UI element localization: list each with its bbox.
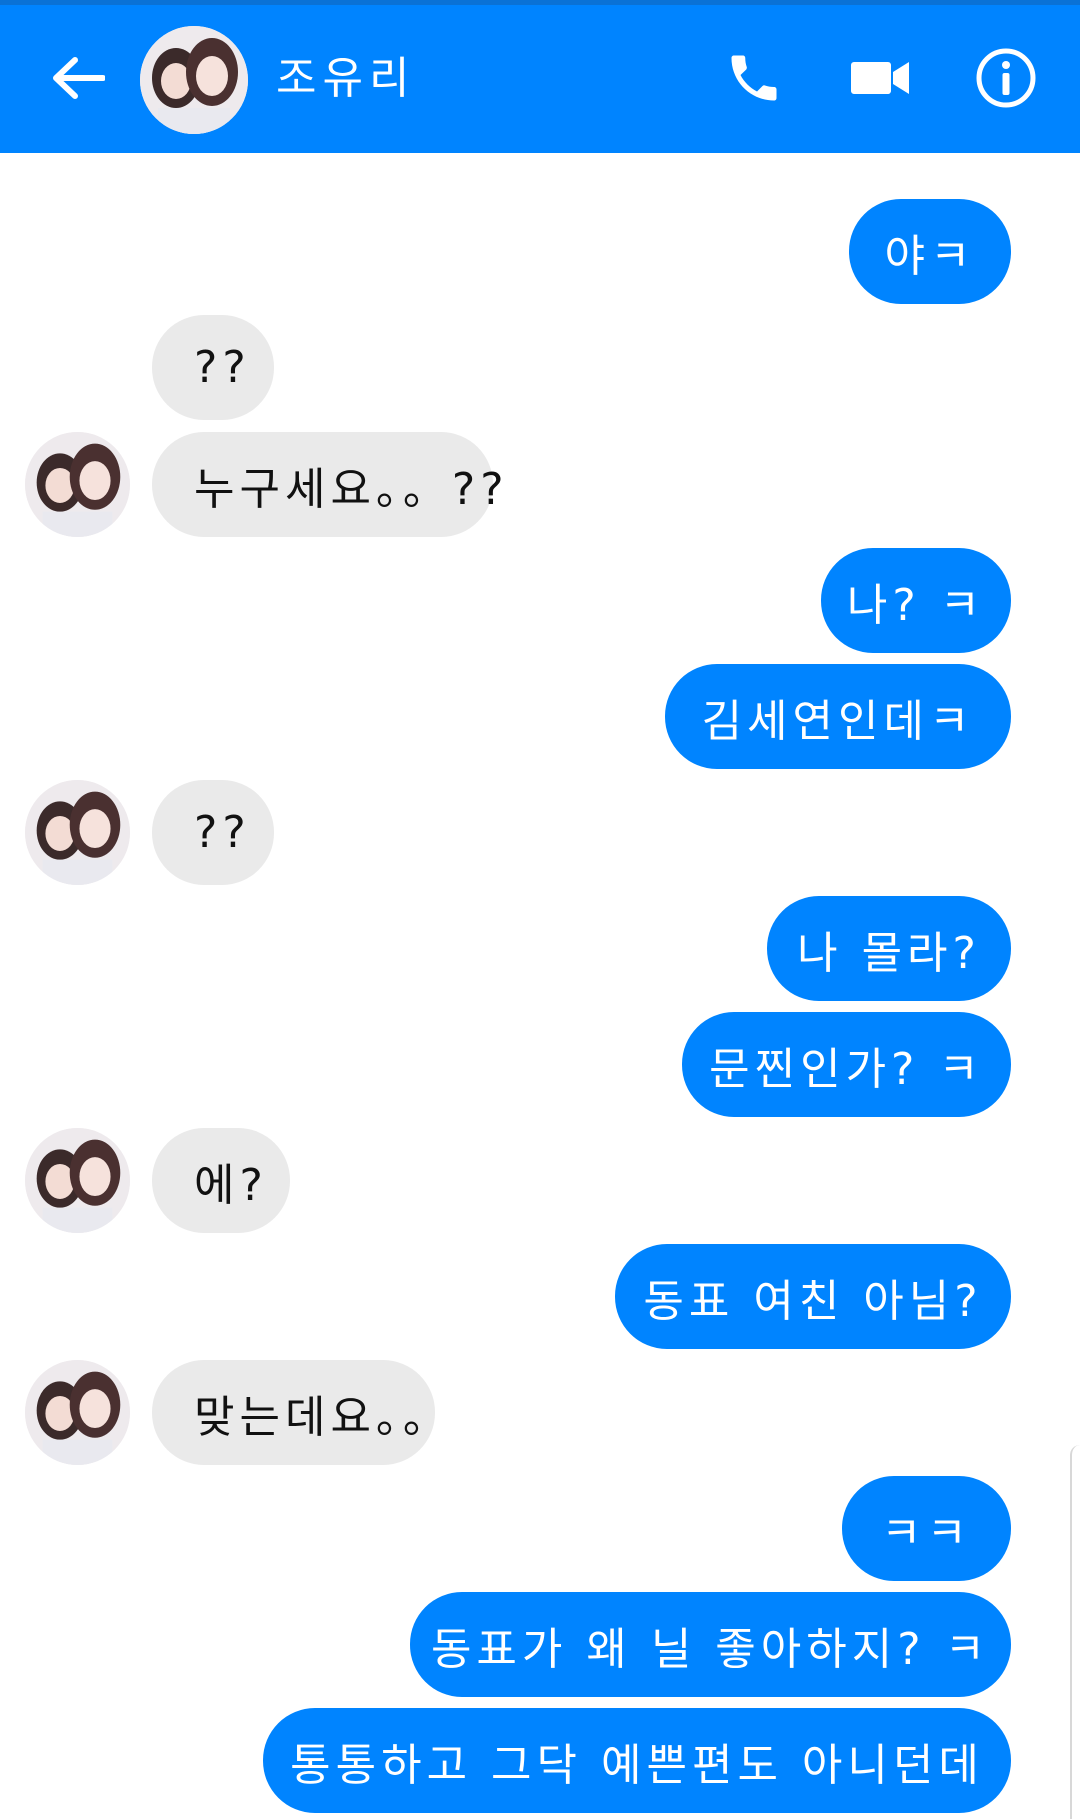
sent-message-bubble[interactable]: 동표 여친 아님? (615, 1244, 1011, 1349)
received-message-bubble[interactable]: 맞는데요。。 (152, 1360, 447, 1465)
received-message-bubble[interactable]: ?? (152, 780, 274, 885)
received-message-bubble[interactable]: 에? (152, 1128, 290, 1233)
sent-message-row: 통통하고 그닥 예쁜편도 아니던데 (0, 1708, 1080, 1813)
sent-message-row: 동표가 왜 닐 좋아하지? ㅋ (0, 1592, 1080, 1697)
scrollbar[interactable] (1070, 1445, 1080, 1819)
received-message-row: 맞는데요。。 (0, 1360, 1080, 1465)
sent-message-bubble[interactable]: 김세연인데ㅋ (665, 664, 1011, 769)
sent-message-row: 김세연인데ㅋ (0, 664, 1080, 769)
messenger-chat-screen: 조유리 야ㅋ?? 누구세요。。?? 나? ㅋ 김세연인데ㅋ?? 나 몰라? 문찐인가? ㅋ… (0, 0, 1080, 1819)
sent-message-row: 동표 여친 아님? (0, 1244, 1080, 1349)
status-bar-edge (0, 0, 1080, 5)
sent-message-row: 문찐인가? ㅋ (0, 1012, 1080, 1117)
voice-call-button[interactable] (714, 38, 794, 118)
contact-avatar[interactable] (140, 26, 248, 134)
phone-icon (731, 55, 777, 101)
received-message-row: ?? (0, 315, 1080, 420)
chat-header: 조유리 (0, 0, 1080, 153)
sender-avatar[interactable] (25, 780, 130, 885)
sent-message-bubble[interactable]: 나 몰라? (767, 896, 1011, 1001)
sender-avatar[interactable] (25, 1360, 130, 1465)
back-button[interactable] (42, 42, 114, 114)
info-icon (976, 48, 1036, 108)
sender-avatar[interactable] (25, 1128, 130, 1233)
received-message-row: 에? (0, 1128, 1080, 1233)
received-message-row: ?? (0, 780, 1080, 885)
sent-message-row: 야ㅋ (0, 199, 1080, 304)
received-message-bubble[interactable]: ?? (152, 315, 274, 420)
sent-message-bubble[interactable]: 나? ㅋ (821, 548, 1011, 653)
sent-message-bubble[interactable]: 통통하고 그닥 예쁜편도 아니던데 (263, 1708, 1011, 1813)
sent-message-bubble[interactable]: 야ㅋ (849, 199, 1011, 304)
sent-message-bubble[interactable]: 문찐인가? ㅋ (682, 1012, 1011, 1117)
received-message-bubble[interactable]: 누구세요。。?? (152, 432, 504, 537)
info-button[interactable] (966, 38, 1046, 118)
sent-message-bubble[interactable]: 동표가 왜 닐 좋아하지? ㅋ (410, 1592, 1011, 1697)
sent-message-row: 나? ㅋ (0, 548, 1080, 653)
video-camera-icon (851, 62, 909, 94)
video-call-button[interactable] (840, 38, 920, 118)
arrow-left-icon (53, 57, 105, 99)
sender-avatar[interactable] (25, 432, 130, 537)
sent-message-row: ㅋㅋ (0, 1476, 1080, 1581)
received-message-row: 누구세요。。?? (0, 432, 1080, 537)
avatar-photo (140, 26, 248, 134)
contact-name[interactable]: 조유리 (276, 48, 415, 110)
sent-message-row: 나 몰라? (0, 896, 1080, 1001)
sent-message-bubble[interactable]: ㅋㅋ (842, 1476, 1011, 1581)
